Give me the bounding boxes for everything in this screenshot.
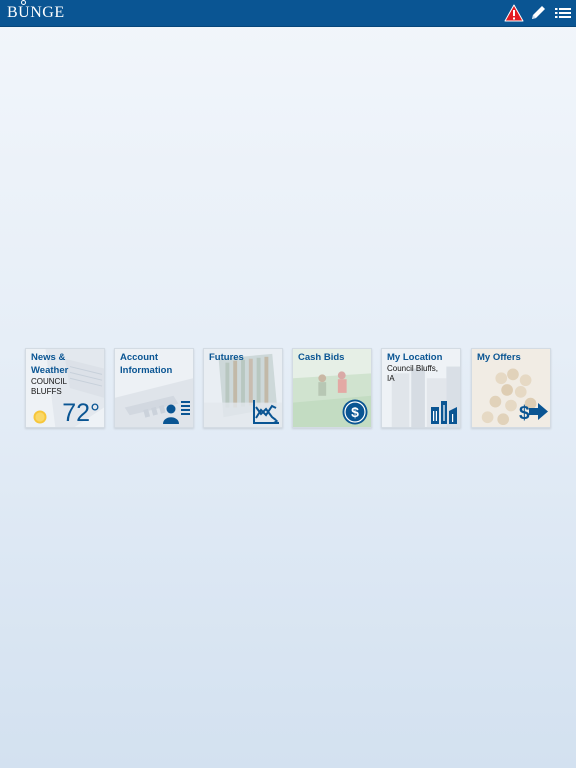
- tile-title: My Location: [387, 352, 443, 363]
- alert-icon[interactable]: [504, 3, 524, 23]
- dollar-coin-icon: $: [342, 399, 368, 425]
- tile-my-offers[interactable]: My Offers $: [471, 348, 551, 428]
- svg-text:$: $: [351, 404, 359, 420]
- tile-title: News & Weather: [31, 352, 69, 376]
- temperature-value: 72°: [62, 399, 100, 427]
- svg-text:$: $: [519, 403, 530, 423]
- tile-title: Futures: [209, 352, 244, 363]
- pencil-icon[interactable]: [528, 3, 548, 23]
- tile-news-weather[interactable]: News & Weather COUNCIL BLUFFS 72°: [25, 348, 105, 428]
- tile-cash-bids[interactable]: Cash Bids $: [292, 348, 372, 428]
- tile-account-information[interactable]: Account Information: [114, 348, 194, 428]
- sun-icon: [33, 410, 47, 424]
- tile-subtitle: Council Bluffs, IA: [387, 364, 438, 383]
- tile-subtitle: COUNCIL BLUFFS: [31, 377, 67, 396]
- account-profile-icon: [163, 401, 190, 424]
- bunge-logo: BUNGE: [7, 0, 65, 21]
- list-icon[interactable]: [553, 3, 573, 23]
- top-app-bar: BUNGE: [0, 0, 576, 27]
- dollar-arrow-icon: $: [519, 403, 548, 423]
- tile-title: My Offers: [477, 352, 521, 363]
- tile-title: Cash Bids: [298, 352, 345, 363]
- futures-chart-icon: [253, 400, 279, 424]
- tile-title: Account Information: [120, 352, 173, 376]
- tile-futures[interactable]: Futures: [203, 348, 283, 428]
- grain-elevator-icon: [431, 401, 457, 424]
- tile-my-location[interactable]: My Location Council Bluffs, IA: [381, 348, 461, 428]
